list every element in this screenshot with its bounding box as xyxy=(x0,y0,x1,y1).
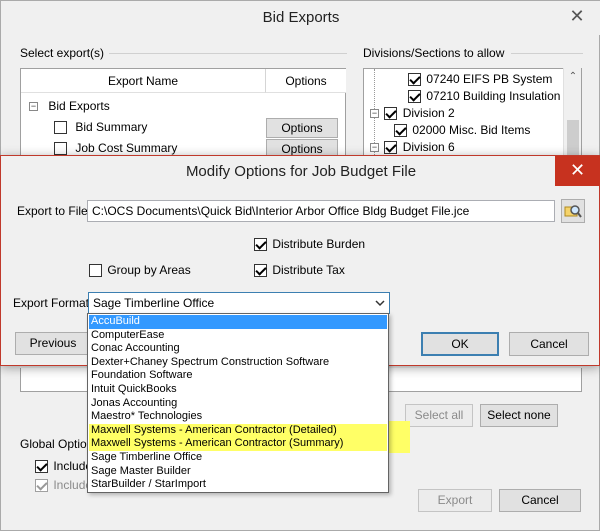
format-option-foundation[interactable]: Foundation Software xyxy=(89,369,387,383)
previous-button[interactable]: Previous xyxy=(15,332,91,355)
select-none-button[interactable]: Select none xyxy=(480,404,558,427)
chevron-down-icon[interactable] xyxy=(375,300,385,307)
group-by-areas-checkbox[interactable] xyxy=(89,264,102,278)
group-by-areas-label: Group by Areas xyxy=(107,263,191,277)
export-button[interactable]: Export xyxy=(418,489,492,512)
job-cost-summary-label: Job Cost Summary xyxy=(75,141,178,155)
group-by-areas-option[interactable]: Group by Areas xyxy=(89,263,191,278)
select-exports-label: Select export(s) xyxy=(20,46,105,60)
export-format-value: Sage Timberline Office xyxy=(93,296,215,310)
distribute-burden-label: Distribute Burden xyxy=(272,237,366,251)
include-1-checkbox[interactable] xyxy=(35,460,48,474)
export-format-select[interactable]: Sage Timberline Office xyxy=(88,292,390,314)
division-02000-checkbox[interactable] xyxy=(394,124,407,138)
include-2-checkbox xyxy=(35,479,48,493)
export-tree[interactable]: Export Name Options − Bid Exports Bid Su… xyxy=(20,68,346,160)
chevron-up-icon[interactable]: ⌃ xyxy=(567,71,579,82)
distribute-tax-label: Distribute Tax xyxy=(272,263,345,277)
scrollbar-thumb[interactable] xyxy=(567,120,579,158)
format-option-sage-timberline[interactable]: Sage Timberline Office xyxy=(89,451,387,465)
division-2-checkbox[interactable] xyxy=(384,107,398,121)
divisions-scrollbar[interactable]: ⌃ xyxy=(563,68,581,160)
modify-close-icon[interactable]: ✕ xyxy=(555,156,600,186)
select-exports-divider xyxy=(109,53,347,54)
bid-summary-label: Bid Summary xyxy=(75,120,148,134)
include-option-2: Include xyxy=(35,478,92,493)
format-option-sage-master-builder[interactable]: Sage Master Builder xyxy=(89,465,387,479)
division-item-division-6[interactable]: − Division 6 xyxy=(370,137,455,157)
job-cost-summary-checkbox[interactable] xyxy=(54,142,67,156)
division-6-label: Division 6 xyxy=(402,140,455,154)
format-option-accubuild[interactable]: AccuBuild xyxy=(89,315,387,329)
divisions-label: Divisions/Sections to allow xyxy=(363,46,505,60)
export-format-dropdown-list[interactable]: AccuBuild ComputerEase Conac Accounting … xyxy=(87,313,389,493)
bid-summary-options-button[interactable]: Options xyxy=(266,118,338,138)
division-07210-label: 07210 Building Insulation xyxy=(426,89,561,103)
tree-root-label: Bid Exports xyxy=(48,99,110,113)
collapse-icon[interactable]: − xyxy=(370,109,379,119)
division-2-label: Division 2 xyxy=(402,106,455,120)
options-column-header[interactable]: Options xyxy=(266,69,346,93)
bid-exports-title: Bid Exports xyxy=(262,9,340,26)
format-option-starbuilder[interactable]: StarBuilder / StarImport xyxy=(89,478,387,492)
division-07240-checkbox[interactable] xyxy=(408,73,421,87)
select-all-button[interactable]: Select all xyxy=(405,404,473,427)
division-07240-label: 07240 EIFS PB System xyxy=(426,72,553,86)
format-option-conac[interactable]: Conac Accounting xyxy=(89,342,387,356)
bid-exports-close-icon[interactable]: ✕ xyxy=(557,1,597,31)
ok-button[interactable]: OK xyxy=(421,332,499,356)
modify-options-title: Modify Options for Job Budget File xyxy=(185,163,417,180)
division-02000-label: 02000 Misc. Bid Items xyxy=(412,123,531,137)
tree-root-bid-exports[interactable]: − Bid Exports xyxy=(29,96,110,116)
export-format-label: Export Format xyxy=(13,296,90,310)
distribute-tax-checkbox[interactable] xyxy=(254,264,267,278)
format-option-quickbooks[interactable]: Intuit QuickBooks xyxy=(89,383,387,397)
collapse-icon[interactable]: − xyxy=(29,102,38,112)
tree-item-bid-summary[interactable]: Bid Summary xyxy=(54,117,147,137)
modify-cancel-button[interactable]: Cancel xyxy=(509,332,589,356)
include-option-1[interactable]: Include xyxy=(35,459,92,474)
export-path-input[interactable]: C:\OCS Documents\Quick Bid\Interior Arbo… xyxy=(87,200,555,222)
format-option-computerease[interactable]: ComputerEase xyxy=(89,329,387,343)
format-option-maxwell-summary[interactable]: Maxwell Systems - American Contractor (S… xyxy=(89,437,387,451)
format-option-jonas[interactable]: Jonas Accounting xyxy=(89,397,387,411)
divisions-divider xyxy=(511,53,583,54)
magnifier-folder-icon xyxy=(564,205,582,218)
divisions-tree[interactable]: 07240 EIFS PB System 07210 Building Insu… xyxy=(363,68,582,160)
format-option-maxwell-detailed[interactable]: Maxwell Systems - American Contractor (D… xyxy=(89,423,387,438)
collapse-icon[interactable]: − xyxy=(370,143,379,153)
format-option-dexter-chaney[interactable]: Dexter+Chaney Spectrum Construction Soft… xyxy=(89,356,387,370)
export-to-file-label: Export to File xyxy=(17,204,88,218)
export-name-column-header[interactable]: Export Name xyxy=(21,69,266,93)
distribute-burden-option[interactable]: Distribute Burden xyxy=(254,237,366,252)
distribute-tax-option[interactable]: Distribute Tax xyxy=(254,263,345,278)
division-07210-checkbox[interactable] xyxy=(408,90,421,104)
bid-summary-checkbox[interactable] xyxy=(54,121,67,135)
browse-button[interactable] xyxy=(561,199,585,223)
highlight-band xyxy=(388,421,410,453)
global-options-label: Global Option xyxy=(20,437,94,451)
distribute-burden-checkbox[interactable] xyxy=(254,238,267,252)
division-6-checkbox[interactable] xyxy=(384,141,398,155)
bid-cancel-button[interactable]: Cancel xyxy=(499,489,581,512)
format-option-maestro[interactable]: Maestro* Technologies xyxy=(89,410,387,424)
